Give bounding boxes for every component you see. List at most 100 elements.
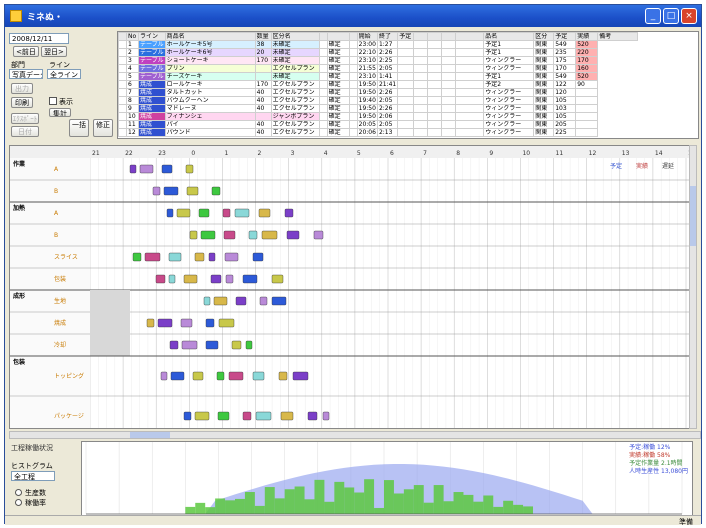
table-cell: 20 bbox=[254, 48, 272, 57]
vertical-scrollbar[interactable] bbox=[689, 145, 697, 429]
timeline-bar bbox=[183, 274, 198, 284]
column-header[interactable]: 実績 bbox=[575, 32, 599, 41]
table-cell: 確定 bbox=[326, 128, 350, 137]
table-row[interactable]: 8 焼成 バウムクーヘン 40 エクセルプラン 確定 19:40 2:05 ウィンクラー 関東 10… bbox=[118, 96, 638, 105]
table-cell bbox=[427, 88, 443, 97]
table-row[interactable]: 12 焼成 パウンド 40 エクセルプラン 確定 20:06 2:13 ウィンクラー 関東 225 bbox=[118, 128, 638, 137]
table-cell: 20:05 bbox=[356, 120, 378, 129]
timeline-bar bbox=[252, 371, 265, 381]
table-row[interactable]: 9 焼成 マドレーヌ 40 エクセルプラン 確定 19:50 2:26 ウィンクラー 関東 103 bbox=[118, 104, 638, 113]
table-row[interactable]: 5 テーブル チーズケーキ 未確定 確定 23:10 1:41 予定1 関東 549 520 bbox=[118, 72, 638, 81]
column-header[interactable]: 商品名 bbox=[164, 32, 256, 41]
table-cell bbox=[413, 128, 429, 137]
table-cell bbox=[118, 72, 127, 81]
column-header[interactable] bbox=[326, 32, 350, 41]
column-header[interactable]: 終了 bbox=[376, 32, 399, 41]
radio-rate[interactable] bbox=[15, 499, 22, 506]
table-cell: 関東 bbox=[533, 56, 555, 65]
table-cell bbox=[348, 96, 358, 105]
table-row[interactable]: 6 焼成 ロールケーキ 170 エクセルプラン 確定 19:50 21:41 予定2 関東 122 9… bbox=[118, 80, 638, 89]
table-cell: 予定1 bbox=[483, 40, 535, 49]
column-header[interactable] bbox=[318, 32, 328, 41]
timeline-chart[interactable]: 2122230123456789101112131415作業AB加熱ABスライス… bbox=[9, 145, 693, 429]
horizontal-scrollbar[interactable] bbox=[9, 431, 701, 439]
timeline-bar bbox=[213, 296, 228, 306]
import-button[interactable]: 日付 bbox=[11, 126, 39, 137]
tally-button[interactable]: 集計 bbox=[49, 108, 71, 117]
next-day-button[interactable]: 翌日> bbox=[41, 46, 67, 57]
prev-day-button[interactable]: <前日 bbox=[13, 46, 39, 57]
edit-button[interactable]: 修正 bbox=[93, 119, 113, 137]
table-row[interactable]: 3 テーブル ショートケーキ 170 未確定 確定 23:10 2:25 ウィンクラー 関東 175… bbox=[118, 56, 638, 65]
line-select[interactable]: 全ライン bbox=[47, 69, 81, 79]
table-cell bbox=[441, 40, 457, 49]
table-cell: 2:25 bbox=[376, 56, 399, 65]
table-row[interactable]: 10 焼成 フィナンシェ ジャンボプラン 確定 19:50 2:06 ウィンクラー 関東 105 bbox=[118, 112, 638, 121]
table-cell bbox=[575, 112, 599, 121]
control-panel: 2008/12/11 <前日 翌日> 部門 ライン 写真データ 全ライン 出力 … bbox=[9, 31, 113, 139]
date-input[interactable]: 2008/12/11 bbox=[9, 33, 69, 44]
histogram-controls: 工程稼働状況 ヒストグラム 全工程 生産数 稼働率 bbox=[9, 441, 79, 521]
table-cell: 23:10 bbox=[356, 72, 378, 81]
column-header[interactable] bbox=[413, 32, 429, 41]
radio-production[interactable] bbox=[15, 489, 22, 496]
histogram-select[interactable]: 全工程 bbox=[11, 471, 55, 481]
close-icon[interactable]: × bbox=[681, 8, 697, 24]
table-row[interactable]: 11 焼成 パイ 40 エクセルプラン 確定 20:05 2:05 ウィンクラー 関東 205 bbox=[118, 120, 638, 129]
radio-production-label: 生産数 bbox=[25, 489, 46, 497]
table-cell: 170 bbox=[254, 56, 272, 65]
table-cell: ホールケーキ5号 bbox=[164, 40, 256, 49]
table-cell bbox=[397, 40, 415, 49]
scroll-thumb-h[interactable] bbox=[130, 432, 170, 438]
table-row[interactable]: 1 テーブル ホールケーキ5号 38 未確定 確定 23:00 1:27 予定1 関東 549 520 bbox=[118, 40, 638, 49]
column-header[interactable]: 区分名 bbox=[270, 32, 320, 41]
display-checkbox[interactable] bbox=[49, 97, 57, 105]
column-header[interactable] bbox=[427, 32, 443, 41]
column-header[interactable] bbox=[441, 32, 457, 41]
table-cell bbox=[318, 40, 328, 49]
table-cell bbox=[397, 128, 415, 137]
column-header[interactable]: 開始 bbox=[356, 32, 378, 41]
minimize-icon[interactable]: _ bbox=[645, 8, 661, 24]
table-cell: 関東 bbox=[533, 120, 555, 129]
column-header[interactable]: 予定 bbox=[397, 32, 415, 41]
timeline-bar bbox=[261, 230, 278, 240]
column-header[interactable] bbox=[348, 32, 358, 41]
table-cell: 関東 bbox=[533, 80, 555, 89]
table-cell: 170 bbox=[575, 56, 599, 65]
column-header[interactable]: 品名 bbox=[483, 32, 535, 41]
hist-bar bbox=[274, 498, 285, 514]
table-cell: 103 bbox=[553, 104, 577, 113]
table-cell bbox=[413, 80, 429, 89]
hour-label: 22 bbox=[125, 150, 133, 157]
table-row[interactable]: 4 テーブル プリン エクセルプラン 確定 21:55 2:05 ウィンクラー 関東 170 160 bbox=[118, 64, 638, 73]
table-cell: タルトカット bbox=[164, 88, 256, 97]
column-header[interactable] bbox=[455, 32, 485, 41]
column-header[interactable] bbox=[118, 32, 127, 41]
hist-bar bbox=[374, 507, 384, 514]
print-button[interactable]: 印刷 bbox=[11, 97, 33, 108]
table-cell: ウィンクラー bbox=[483, 88, 535, 97]
timeline-bar bbox=[245, 340, 253, 350]
column-header[interactable]: 数量 bbox=[254, 32, 272, 41]
maximize-icon[interactable]: □ bbox=[663, 8, 679, 24]
hist-bar bbox=[294, 486, 305, 514]
column-header[interactable]: 予定 bbox=[553, 32, 577, 41]
table-row[interactable]: 7 焼成 タルトカット 40 エクセルプラン 確定 19:50 2:26 ウィンクラー 関東 120 bbox=[118, 88, 638, 97]
dept-select[interactable]: 写真データ bbox=[9, 69, 43, 79]
column-header[interactable]: 区分 bbox=[533, 32, 555, 41]
bulk-button[interactable]: 一括 bbox=[69, 119, 89, 137]
scroll-thumb[interactable] bbox=[690, 186, 696, 246]
table-cell bbox=[427, 56, 443, 65]
disabled-button[interactable]: 出力 bbox=[11, 83, 33, 94]
export-button[interactable]: ｴｸｽﾎﾟｰﾄ bbox=[11, 113, 39, 124]
table-cell bbox=[441, 128, 457, 137]
column-header[interactable]: 備考 bbox=[597, 32, 639, 41]
column-header[interactable]: ライン bbox=[138, 32, 166, 41]
column-header[interactable]: No bbox=[126, 32, 139, 41]
table-row[interactable]: 2 テーブル ホールケーキ6号 20 未確定 確定 22:10 2:26 予定1 関東 235 220 bbox=[118, 48, 638, 57]
timeline-bar bbox=[216, 371, 225, 381]
table-cell: 焼成 bbox=[138, 104, 166, 113]
timeline-bar bbox=[242, 274, 258, 284]
hist-bar bbox=[235, 498, 245, 514]
